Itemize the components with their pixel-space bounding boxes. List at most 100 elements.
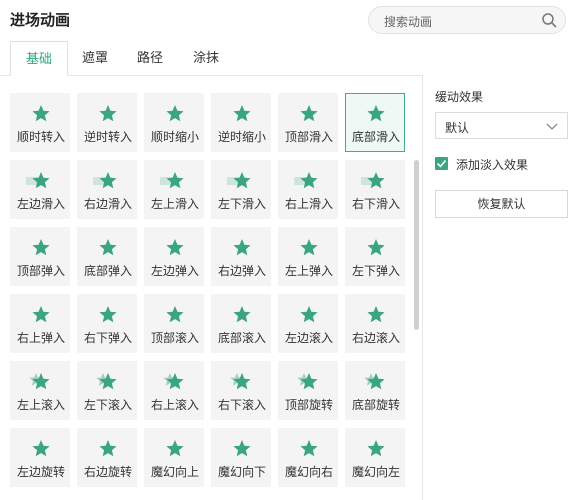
animation-item[interactable]: 左边滚入 <box>278 294 338 353</box>
star-spin-left-icon <box>32 440 50 457</box>
tab-smear[interactable]: 涂抹 <box>178 41 234 75</box>
star-roll-bottom-right-icon <box>230 373 251 390</box>
star-rotate-ccw-icon <box>99 105 117 122</box>
animation-grid: 顺时转入 逆时转入 顺时缩小 逆时缩小 顶部滑入 底部滑入左边滑入 右边滑入 左上滑入 左下滑入… <box>0 76 412 500</box>
animation-label: 底部旋转 <box>351 398 400 412</box>
animation-item[interactable]: 底部滑入 <box>345 93 405 152</box>
animation-item[interactable]: 右边滚入 <box>345 294 405 353</box>
search-icon[interactable] <box>541 12 557 28</box>
star-rotate-cw-icon <box>32 105 50 122</box>
animation-label: 右下滑入 <box>351 197 400 211</box>
animation-item[interactable]: 底部旋转 <box>345 361 405 420</box>
animation-item[interactable]: 右上滑入 <box>278 160 338 219</box>
star-bounce-top-icon <box>32 239 50 256</box>
easing-value: 默认 <box>445 121 470 135</box>
animation-item[interactable]: 魔幻向左 <box>345 428 405 487</box>
animation-item[interactable]: 右上滚入 <box>144 361 204 420</box>
animation-item[interactable]: 顶部旋转 <box>278 361 338 420</box>
animation-item[interactable]: 左边弹入 <box>144 227 204 286</box>
animation-item[interactable]: 左下滚入 <box>77 361 137 420</box>
animation-label: 底部滑入 <box>351 130 400 144</box>
animation-label: 底部滚入 <box>217 331 266 345</box>
animation-label: 左下滑入 <box>217 197 266 211</box>
animation-item[interactable]: 右下滚入 <box>211 361 271 420</box>
animation-item[interactable]: 左下滑入 <box>211 160 271 219</box>
star-spin-right-icon <box>99 440 117 457</box>
star-slide-top-icon <box>300 105 318 122</box>
animation-item[interactable]: 右边弹入 <box>211 227 271 286</box>
animation-item[interactable]: 魔幻向下 <box>211 428 271 487</box>
star-bounce-bottom-icon <box>99 239 117 256</box>
star-bounce-left-icon <box>166 239 184 256</box>
animation-label: 左边滑入 <box>16 197 65 211</box>
animation-item[interactable]: 左上弹入 <box>278 227 338 286</box>
star-spin-top-icon <box>297 373 318 390</box>
easing-select[interactable]: 默认 <box>435 112 568 139</box>
tab-basic[interactable]: 基础 <box>10 41 68 76</box>
animation-label: 魔幻向右 <box>284 465 333 479</box>
animation-label: 逆时缩小 <box>217 130 266 144</box>
animation-label: 左边弹入 <box>150 264 199 278</box>
animation-item[interactable]: 逆时缩小 <box>211 93 271 152</box>
star-bounce-top-left-icon <box>300 239 318 256</box>
animation-item[interactable]: 左上滚入 <box>10 361 70 420</box>
star-spin-bottom-icon <box>364 373 385 390</box>
vertical-divider <box>422 75 423 500</box>
animation-item[interactable]: 顺时转入 <box>10 93 70 152</box>
animation-label: 左边滚入 <box>284 331 333 345</box>
animation-label: 顺时缩小 <box>150 130 199 144</box>
animation-label: 左下弹入 <box>351 264 400 278</box>
star-magic-left-icon <box>367 440 385 457</box>
star-roll-top-right-icon <box>163 373 184 390</box>
star-magic-down-icon <box>233 440 251 457</box>
animation-label: 左上滚入 <box>16 398 65 412</box>
animation-item[interactable]: 右上弹入 <box>10 294 70 353</box>
animation-label: 左边旋转 <box>16 465 65 479</box>
tab-path[interactable]: 路径 <box>122 41 178 75</box>
animation-item[interactable]: 左边旋转 <box>10 428 70 487</box>
animation-label: 右下弹入 <box>83 331 132 345</box>
animation-item[interactable]: 顶部滑入 <box>278 93 338 152</box>
star-bounce-top-right-icon <box>32 306 50 323</box>
animation-item[interactable]: 底部弹入 <box>77 227 137 286</box>
star-slide-bottom-left-icon <box>227 172 251 189</box>
category-tabs: 基础 遮罩 路径 涂抹 <box>0 41 422 76</box>
animation-label: 左上弹入 <box>284 264 333 278</box>
animation-item[interactable]: 顶部弹入 <box>10 227 70 286</box>
reset-default-button[interactable]: 恢复默认 <box>435 190 568 218</box>
animation-label: 顺时转入 <box>16 130 65 144</box>
animation-item[interactable]: 左上滑入 <box>144 160 204 219</box>
animation-label: 右上滑入 <box>284 197 333 211</box>
star-roll-top-left-icon <box>29 373 50 390</box>
star-slide-bottom-right-icon <box>361 172 385 189</box>
animation-item[interactable]: 右下弹入 <box>77 294 137 353</box>
star-slide-top-left-icon <box>160 172 184 189</box>
star-roll-bottom-left-icon <box>96 373 117 390</box>
checkbox-checked-icon[interactable] <box>435 157 448 170</box>
animation-item[interactable]: 魔幻向右 <box>278 428 338 487</box>
animation-item[interactable]: 魔幻向上 <box>144 428 204 487</box>
animation-label: 右上滚入 <box>150 398 199 412</box>
search-input[interactable]: 搜索动画 <box>368 6 566 34</box>
animation-label: 右下滚入 <box>217 398 266 412</box>
animation-item[interactable]: 顺时缩小 <box>144 93 204 152</box>
animation-item[interactable]: 逆时转入 <box>77 93 137 152</box>
animation-item[interactable]: 右边滑入 <box>77 160 137 219</box>
tab-mask[interactable]: 遮罩 <box>68 41 122 75</box>
star-bounce-right-icon <box>233 239 251 256</box>
animation-item[interactable]: 顶部滚入 <box>144 294 204 353</box>
animation-label: 左上滑入 <box>150 197 199 211</box>
animation-label: 逆时转入 <box>83 130 132 144</box>
animation-label: 顶部旋转 <box>284 398 333 412</box>
star-slide-right-icon <box>93 172 117 189</box>
animation-label: 右边弹入 <box>217 264 266 278</box>
animation-label: 右上弹入 <box>16 331 65 345</box>
star-shrink-ccw-icon <box>233 105 251 122</box>
animation-item[interactable]: 右下滑入 <box>345 160 405 219</box>
animation-item[interactable]: 右边旋转 <box>77 428 137 487</box>
animation-item[interactable]: 左边滑入 <box>10 160 70 219</box>
grid-scrollbar[interactable] <box>414 160 419 330</box>
animation-label: 右边滑入 <box>83 197 132 211</box>
animation-item[interactable]: 底部滚入 <box>211 294 271 353</box>
animation-item[interactable]: 左下弹入 <box>345 227 405 286</box>
